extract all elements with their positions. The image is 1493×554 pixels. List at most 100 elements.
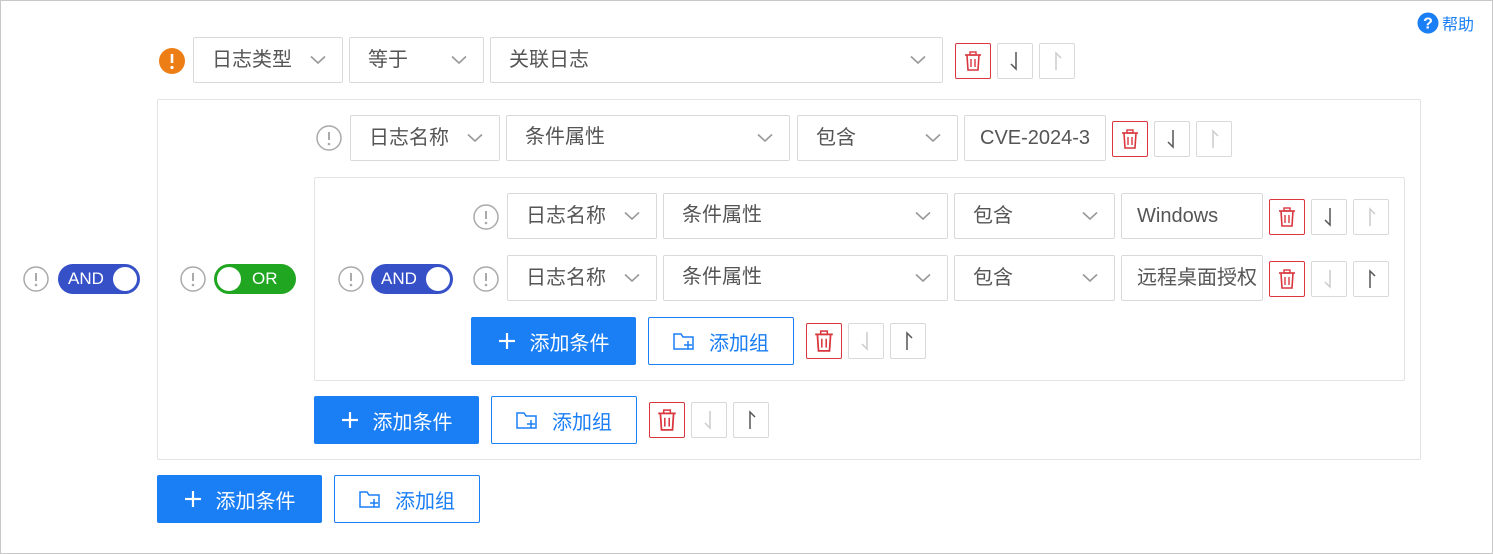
chevron-down-icon — [624, 211, 640, 221]
delete-condition-button[interactable] — [1112, 121, 1148, 157]
value-input[interactable]: Windows — [1121, 193, 1263, 239]
delete-group-button[interactable] — [649, 402, 685, 438]
move-up-icon — [749, 410, 756, 429]
trash-icon — [815, 330, 833, 352]
delete-condition-button[interactable] — [1269, 261, 1305, 297]
folder-add-icon — [673, 333, 694, 350]
value-input[interactable]: CVE-2024-3 — [964, 115, 1106, 161]
operator-value: 包含 — [973, 267, 1013, 289]
chevron-down-icon — [910, 55, 926, 65]
move-down-button[interactable] — [848, 323, 884, 359]
value-text: 关联日志 — [509, 49, 589, 71]
trash-icon — [965, 51, 981, 71]
attribute-value: 条件属性 — [682, 204, 762, 226]
info-icon — [338, 266, 364, 292]
group-logic-toggle[interactable]: OR — [214, 264, 296, 294]
add-group-label: 添加组 — [709, 332, 769, 355]
value-select[interactable]: 关联日志 — [490, 37, 943, 83]
move-down-icon — [1324, 208, 1331, 227]
trash-icon — [1279, 269, 1295, 289]
chevron-down-icon — [915, 211, 931, 221]
field-select[interactable]: 日志名称 — [507, 193, 657, 239]
help-link[interactable]: ? 帮助 — [1417, 11, 1474, 35]
delete-group-button[interactable] — [806, 323, 842, 359]
add-condition-label: 添加条件 — [529, 332, 610, 355]
operator-value: 包含 — [973, 205, 1013, 227]
trash-icon — [658, 409, 676, 431]
value-text: 远程桌面授权 — [1137, 267, 1257, 289]
group-logic-label: OR — [252, 269, 278, 288]
chevron-down-icon — [467, 133, 483, 143]
add-condition-label: 添加条件 — [372, 411, 453, 434]
field-select[interactable]: 日志类型 — [193, 37, 343, 83]
add-group-label: 添加组 — [552, 411, 612, 434]
operator-select[interactable]: 包含 — [797, 115, 958, 161]
chevron-down-icon — [624, 273, 640, 283]
move-up-icon — [1212, 129, 1219, 148]
chevron-down-icon — [310, 55, 326, 65]
chevron-down-icon — [1082, 273, 1098, 283]
toggle-knob — [426, 267, 450, 291]
help-icon: ? — [1417, 12, 1439, 34]
toggle-knob — [217, 267, 241, 291]
attribute-value: 条件属性 — [525, 126, 605, 148]
folder-add-icon — [516, 412, 537, 429]
chevron-down-icon — [1082, 211, 1098, 221]
trash-icon — [1279, 207, 1295, 227]
delete-condition-button[interactable] — [1269, 199, 1305, 235]
info-icon — [473, 266, 499, 292]
field-value: 日志名称 — [526, 267, 606, 289]
info-icon — [473, 204, 499, 230]
chevron-down-icon — [451, 55, 467, 65]
chevron-down-icon — [925, 133, 941, 143]
info-icon — [316, 125, 342, 151]
add-condition-button[interactable]: 添加条件 — [471, 317, 636, 365]
attribute-select[interactable]: 条件属性 — [663, 193, 948, 239]
add-condition-button[interactable]: 添加条件 — [314, 396, 479, 444]
move-down-icon — [1324, 270, 1331, 289]
move-down-icon — [1010, 52, 1017, 71]
move-up-button[interactable] — [1353, 261, 1389, 297]
move-up-icon — [906, 331, 913, 350]
operator-value: 等于 — [368, 49, 408, 71]
move-down-button[interactable] — [1311, 261, 1347, 297]
move-down-button[interactable] — [997, 43, 1033, 79]
plus-icon — [184, 491, 201, 507]
move-up-button[interactable] — [1196, 121, 1232, 157]
value-input[interactable]: 远程桌面授权 — [1121, 255, 1263, 301]
move-up-button[interactable] — [1353, 199, 1389, 235]
field-select[interactable]: 日志名称 — [350, 115, 500, 161]
field-value: 日志类型 — [212, 49, 292, 71]
move-up-button[interactable] — [890, 323, 926, 359]
add-group-button[interactable]: 添加组 — [491, 396, 637, 444]
delete-condition-button[interactable] — [955, 43, 991, 79]
info-icon — [180, 266, 206, 292]
operator-select[interactable]: 包含 — [954, 255, 1115, 301]
chevron-down-icon — [915, 273, 931, 283]
field-value: 日志名称 — [526, 205, 606, 227]
add-group-button[interactable]: 添加组 — [334, 475, 480, 523]
move-up-button[interactable] — [733, 402, 769, 438]
move-up-button[interactable] — [1039, 43, 1075, 79]
move-down-button[interactable] — [1311, 199, 1347, 235]
warning-icon — [159, 48, 185, 74]
info-icon — [23, 266, 49, 292]
plus-icon — [498, 333, 515, 349]
add-condition-button[interactable]: 添加条件 — [157, 475, 322, 523]
folder-add-icon — [359, 491, 380, 508]
field-select[interactable]: 日志名称 — [507, 255, 657, 301]
add-group-button[interactable]: 添加组 — [648, 317, 794, 365]
add-condition-label: 添加条件 — [215, 490, 296, 513]
attribute-value: 条件属性 — [682, 266, 762, 288]
move-down-button[interactable] — [1154, 121, 1190, 157]
attribute-select[interactable]: 条件属性 — [506, 115, 790, 161]
root-logic-toggle[interactable]: AND — [58, 264, 140, 294]
nested-group-logic-toggle[interactable]: AND — [371, 264, 453, 294]
operator-value: 包含 — [816, 127, 856, 149]
operator-select[interactable]: 等于 — [349, 37, 484, 83]
move-down-button[interactable] — [691, 402, 727, 438]
trash-icon — [1122, 129, 1138, 149]
operator-select[interactable]: 包含 — [954, 193, 1115, 239]
value-text: CVE-2024-3 — [980, 127, 1091, 149]
attribute-select[interactable]: 条件属性 — [663, 255, 948, 301]
